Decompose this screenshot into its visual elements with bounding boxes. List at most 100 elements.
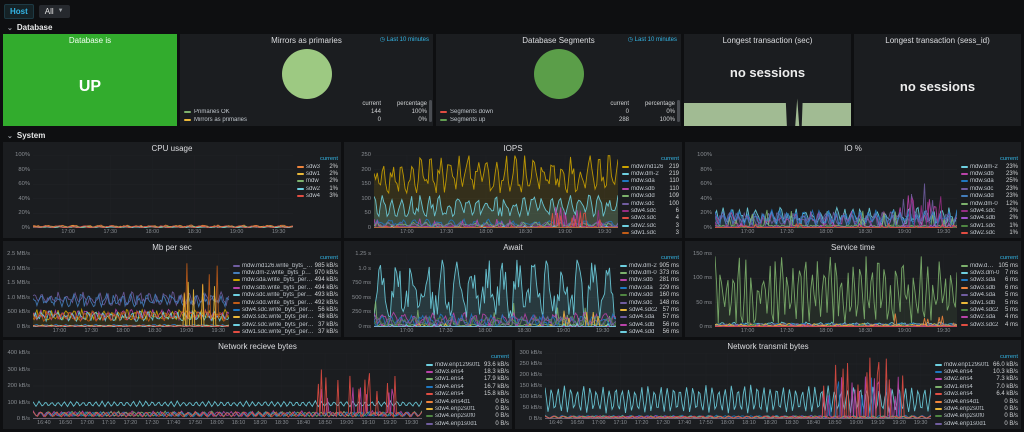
panel-network-receive-bytes[interactable]: Network recieve bytes 400 kB/s 300 kB/s 20…: [3, 340, 512, 429]
legend-item[interactable]: mdw.sdd 23%: [961, 193, 1018, 200]
panel-await[interactable]: Await 1.25 s 1.0 s 750 ms 500 ms 250 ms 0 ms …: [344, 241, 682, 337]
panel-mb-per-sec[interactable]: Mb per sec 2.5 MB/s 2.0 MB/s 1.5 MB/s 1.0 M…: [3, 241, 341, 337]
legend-current-header[interactable]: current: [961, 155, 1018, 163]
legend-item[interactable]: mdw.dm-0 12%: [961, 200, 1018, 207]
legend-current-header[interactable]: current: [935, 353, 1018, 361]
legend-item[interactable]: mdw.sda 25%: [961, 178, 1018, 185]
plot-area[interactable]: [374, 155, 618, 228]
panel-io-percent[interactable]: IO % 100% 80% 60% 40% 20% 0% 17:00 17:30 18:00 1…: [685, 142, 1021, 238]
legend-item[interactable]: sdw1.sdc 1%: [961, 222, 1018, 229]
legend-item[interactable]: mdw.enp129s0f1 93.6 kB/s: [426, 361, 509, 368]
legend-item[interactable]: sdw4.enp2s0f1 0 B/s: [935, 405, 1018, 412]
legend-item[interactable]: sdw2.sdc 3: [622, 222, 679, 229]
panel-title[interactable]: IOPS: [344, 142, 682, 155]
time-series-graph[interactable]: [33, 155, 293, 228]
legend-item[interactable]: sdw4.ens4 16.7 kB/s: [426, 383, 509, 390]
legend-column-header[interactable]: percentage: [381, 101, 427, 107]
legend-item[interactable]: sdw3.sdc2 4 ms: [961, 321, 1018, 328]
time-series-graph[interactable]: [715, 254, 957, 327]
legend-item[interactable]: sdw4.enp2s0f0 0 B/s: [935, 413, 1018, 420]
legend-item[interactable]: sdw3.sda 6 ms: [961, 277, 1018, 284]
legend-scrollbar[interactable]: [429, 100, 432, 122]
legend-item[interactable]: mdw.sdc.write_byts_per_second493 kB/s: [233, 292, 338, 299]
legend-item[interactable]: sdw3.ens4 6.4 kB/s: [935, 391, 1018, 398]
legend-item[interactable]: mdw.sdc 100: [622, 200, 679, 207]
legend-row[interactable]: Segments down 0 0%: [440, 108, 675, 116]
legend-item[interactable]: mdw.md126 219: [622, 163, 679, 170]
legend-item[interactable]: mdw.sdd 160 ms: [620, 292, 679, 299]
legend-item[interactable]: mdw.sdc 23%: [961, 185, 1018, 192]
legend-current-header[interactable]: current: [961, 254, 1018, 262]
legend-item[interactable]: sdw4.sdc 6: [622, 207, 679, 214]
legend-column-header[interactable]: percentage: [629, 101, 675, 107]
legend-current-header[interactable]: current: [426, 353, 509, 361]
legend-item[interactable]: sdw4.sdd 56 ms: [620, 329, 679, 336]
section-header-database[interactable]: ⌄ Database: [3, 21, 1021, 34]
legend-item[interactable]: sdw1.sdc.write_byts_per_second37 kB/s: [233, 329, 338, 336]
legend-item[interactable]: sdw4.sdc 2%: [961, 207, 1018, 214]
legend-item[interactable]: mdw 2%: [297, 178, 338, 185]
legend-current-header[interactable]: current: [233, 254, 338, 262]
legend-item[interactable]: sdw4.enp2s0f0 0 B/s: [426, 413, 509, 420]
legend-item[interactable]: sdw4.enp1s0d1 0 B/s: [935, 420, 1018, 427]
legend-item[interactable]: sdw4.enp1s0d1 0 B/s: [426, 420, 509, 427]
legend-item[interactable]: mdw.dm-2 23%: [961, 163, 1018, 170]
legend-item[interactable]: sdw3.ens4 18.3 kB/s: [426, 368, 509, 375]
legend-item[interactable]: sdw1.ens4 17.9 kB/s: [426, 376, 509, 383]
legend-item[interactable]: sdw4.ens4 10.3 kB/s: [935, 368, 1018, 375]
legend-item[interactable]: sdw3 2%: [297, 163, 338, 170]
panel-title[interactable]: CPU usage: [3, 142, 341, 155]
legend-item[interactable]: mdw.dm-2 219: [622, 170, 679, 177]
panel-database-is[interactable]: Database is UP: [3, 34, 177, 126]
legend-item[interactable]: sdw4.sdb 56 ms: [620, 321, 679, 328]
segments-pie-chart[interactable]: [533, 48, 584, 99]
panel-longest-transaction-sec[interactable]: Longest transaction (sec) no sessions: [684, 34, 851, 126]
legend-item[interactable]: sdw4.ens4d1 0 B/s: [426, 398, 509, 405]
legend-item[interactable]: sdw2.sdc 1%: [961, 230, 1018, 237]
panel-iops[interactable]: IOPS 250 200 150 100 50 0 17:00 17:30 18:00 18:3…: [344, 142, 682, 238]
legend-item[interactable]: sdw4.sdc2 5 ms: [961, 306, 1018, 313]
plot-area[interactable]: [33, 353, 422, 419]
legend-item[interactable]: mdw.sdb.write_byts_per_second494 kB/s: [233, 284, 338, 291]
plot-area[interactable]: [33, 155, 293, 228]
legend-item[interactable]: sdw1.ens4 7.0 kB/s: [935, 383, 1018, 390]
plot-area[interactable]: [715, 254, 957, 327]
legend-item[interactable]: mdw.sdb 110: [622, 185, 679, 192]
legend-item[interactable]: sdw4.sda 5 ms: [961, 292, 1018, 299]
host-variable-select[interactable]: All ▼: [38, 4, 70, 18]
legend-item[interactable]: sdw3.dm-0 7 ms: [961, 269, 1018, 276]
legend-scrollbar[interactable]: [677, 100, 680, 122]
legend-item[interactable]: sdw1.sdc 3: [622, 230, 679, 237]
legend-item[interactable]: mdw.sdc 148 ms: [620, 299, 679, 306]
panel-title[interactable]: Network recieve bytes: [3, 340, 512, 353]
legend-item[interactable]: sdw4.sdc2 57 ms: [620, 306, 679, 313]
mirrors-pie-chart[interactable]: [281, 48, 332, 99]
plot-area[interactable]: [715, 155, 957, 228]
legend-item[interactable]: sdw2.sda 4 ms: [961, 314, 1018, 321]
legend-item[interactable]: mdw.dm-2 905 ms: [620, 262, 679, 269]
legend-current-header[interactable]: current: [620, 254, 679, 262]
legend-item[interactable]: mdw.md126.write_byts_per_second985 kB/s: [233, 262, 338, 269]
panel-title[interactable]: Network transmit bytes: [515, 340, 1021, 353]
legend-item[interactable]: sdw2.ens4 7.3 kB/s: [935, 376, 1018, 383]
legend-current-header[interactable]: current: [297, 155, 338, 163]
legend-item[interactable]: sdw2 1%: [297, 185, 338, 192]
legend-item[interactable]: mdw.sdd 109: [622, 193, 679, 200]
panel-title[interactable]: Mb per sec: [3, 241, 341, 254]
legend-item[interactable]: sdw2.sdc.write_byts_per_second37 kB/s: [233, 321, 338, 328]
section-header-system[interactable]: ⌄ System: [3, 129, 1021, 142]
legend-item[interactable]: mdw.sdb 23%: [961, 170, 1018, 177]
panel-title[interactable]: Await: [344, 241, 682, 254]
plot-area[interactable]: [374, 254, 616, 327]
time-series-graph[interactable]: [374, 155, 618, 228]
legend-item[interactable]: mdw.sdb 281 ms: [620, 277, 679, 284]
plot-area[interactable]: [545, 353, 931, 419]
legend-item[interactable]: mdw.sda 110: [622, 178, 679, 185]
legend-item[interactable]: sdw3.sdc 4: [622, 215, 679, 222]
legend-item[interactable]: sdw4.sdb 2%: [961, 215, 1018, 222]
legend-item[interactable]: sdw4 3%: [297, 193, 338, 200]
time-series-graph[interactable]: [374, 254, 616, 327]
panel-title[interactable]: Longest transaction (sec): [684, 34, 851, 47]
legend-item[interactable]: sdw2.ens4 15.8 kB/s: [426, 391, 509, 398]
legend-column-header[interactable]: current: [343, 101, 381, 107]
